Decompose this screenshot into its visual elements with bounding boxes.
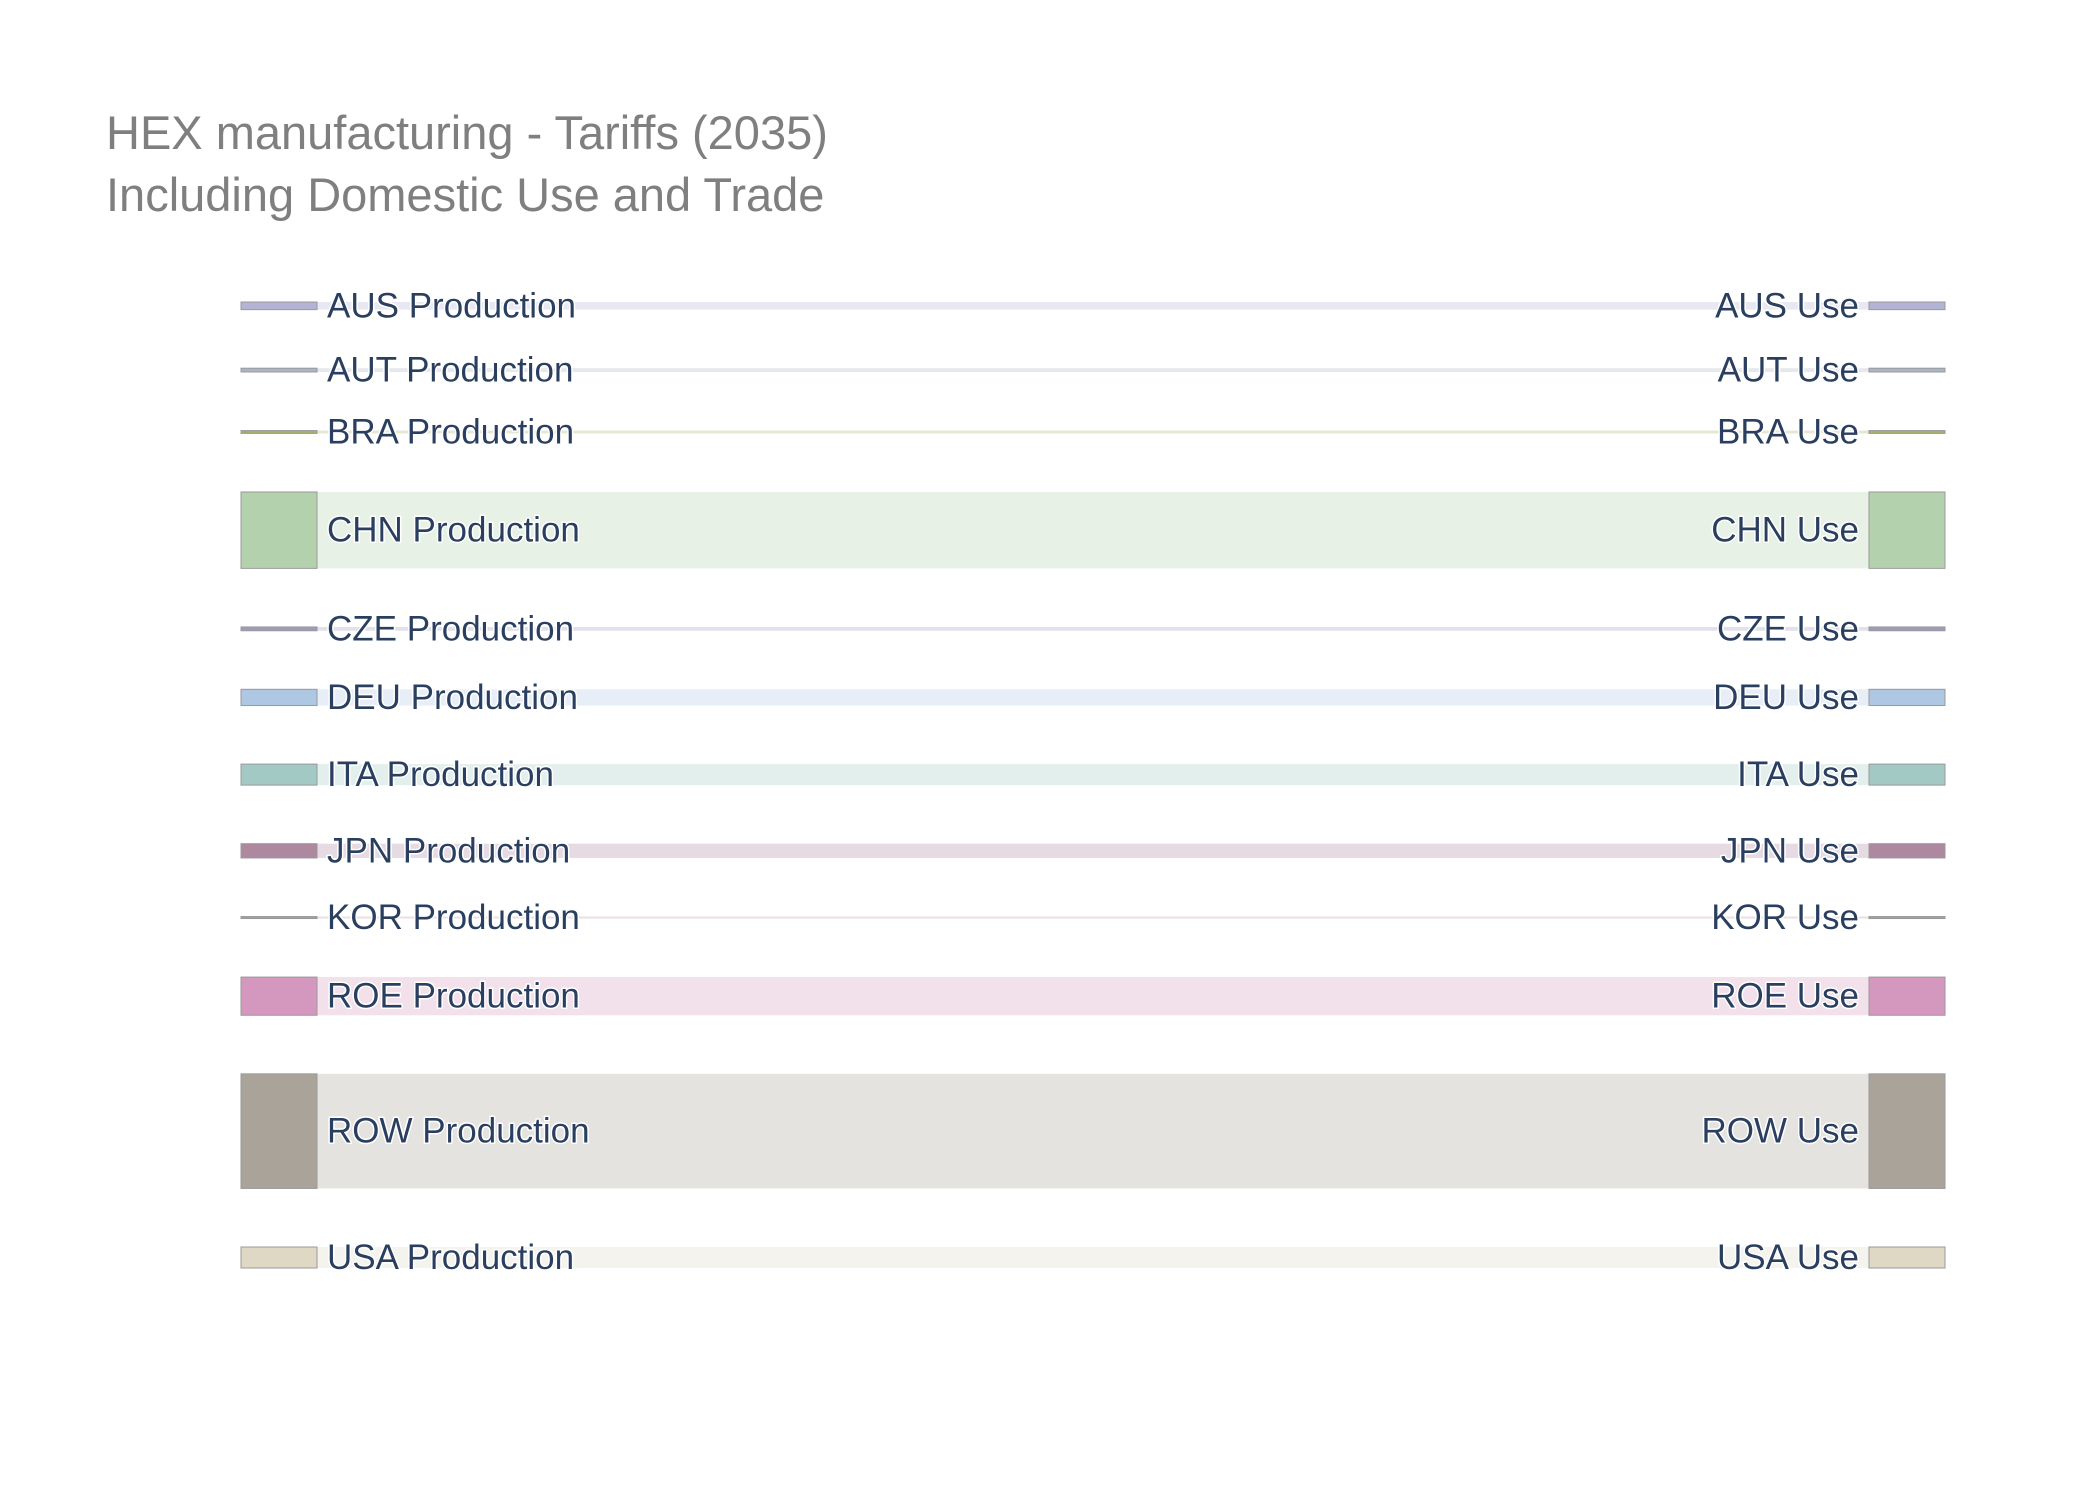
node-label-bra-production: BRA Production: [327, 412, 574, 451]
node-kor-use: [1868, 916, 1946, 920]
node-label-deu-use: DEU Use: [1713, 678, 1859, 717]
node-jpn-use: [1868, 843, 1946, 859]
node-label-usa-production: USA Production: [327, 1238, 574, 1277]
node-chn-production: [240, 491, 318, 569]
node-jpn-production: [240, 843, 318, 859]
node-deu-use: [1868, 688, 1946, 707]
chart-canvas: HEX manufacturing - Tariffs (2035) Inclu…: [0, 0, 2100, 1500]
node-label-ita-use: ITA Use: [1737, 755, 1859, 794]
node-cze-production: [240, 626, 318, 632]
node-deu-production: [240, 688, 318, 707]
node-label-jpn-production: JPN Production: [327, 831, 570, 870]
node-usa-production: [240, 1246, 318, 1269]
node-label-aus-production: AUS Production: [327, 286, 576, 325]
node-label-deu-production: DEU Production: [327, 678, 578, 717]
node-aus-production: [240, 301, 318, 311]
node-row-use: [1868, 1073, 1946, 1189]
node-label-aut-production: AUT Production: [327, 351, 573, 390]
node-label-chn-production: CHN Production: [327, 511, 580, 550]
node-label-roe-production: ROE Production: [327, 977, 580, 1016]
node-label-usa-use: USA Use: [1717, 1238, 1859, 1277]
node-ita-use: [1868, 763, 1946, 786]
node-ita-production: [240, 763, 318, 786]
node-label-chn-use: CHN Use: [1711, 511, 1859, 550]
node-label-aut-use: AUT Use: [1718, 351, 1859, 390]
node-label-bra-use: BRA Use: [1717, 412, 1859, 451]
node-chn-use: [1868, 491, 1946, 569]
node-label-cze-production: CZE Production: [327, 609, 574, 648]
node-aut-production: [240, 367, 318, 373]
node-bra-production: [240, 430, 318, 434]
node-label-jpn-use: JPN Use: [1721, 831, 1859, 870]
node-aus-use: [1868, 301, 1946, 311]
node-usa-use: [1868, 1246, 1946, 1269]
node-label-kor-production: KOR Production: [327, 898, 580, 937]
sankey-diagram: AUS Production AUS Use AUT Production AUT U…: [240, 285, 1946, 1278]
node-label-row-production: ROW Production: [327, 1112, 590, 1151]
node-roe-production: [240, 976, 318, 1016]
node-label-aus-use: AUS Use: [1715, 286, 1859, 325]
node-cze-use: [1868, 626, 1946, 632]
node-label-roe-use: ROE Use: [1711, 977, 1859, 1016]
node-aut-use: [1868, 367, 1946, 373]
node-kor-production: [240, 916, 318, 920]
node-bra-use: [1868, 430, 1946, 434]
node-label-kor-use: KOR Use: [1711, 898, 1859, 937]
node-roe-use: [1868, 976, 1946, 1016]
node-row-production: [240, 1073, 318, 1189]
node-label-ita-production: ITA Production: [327, 755, 554, 794]
node-label-cze-use: CZE Use: [1717, 609, 1859, 648]
node-label-row-use: ROW Use: [1702, 1112, 1860, 1151]
